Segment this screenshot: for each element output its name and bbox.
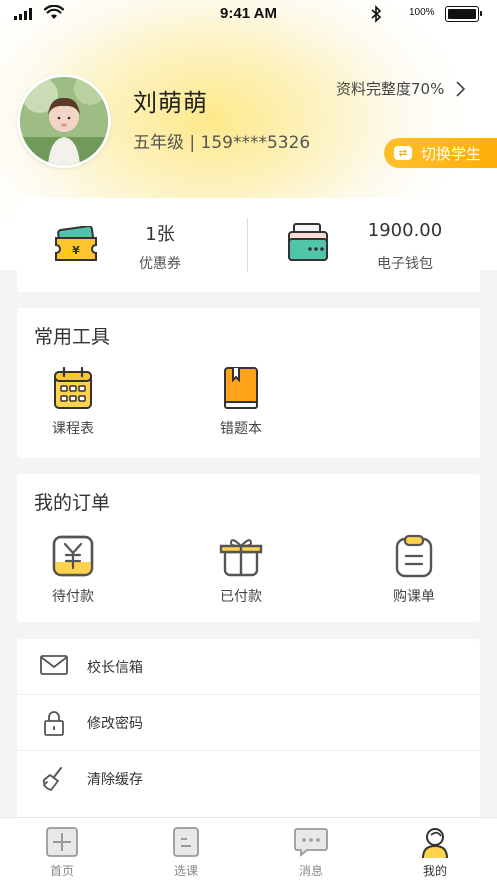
tab-messages[interactable]: 消息 [261, 818, 361, 883]
switch-student-label: 切换学生 [421, 144, 482, 163]
list-label-clear-cache: 清除缓存 [87, 772, 143, 788]
status-bar: 9:41 AM 100% [0, 0, 497, 28]
tab-course-select[interactable]: 选课 [136, 818, 236, 883]
clipboard-icon [395, 534, 433, 578]
broom-icon [42, 767, 62, 791]
switch-student-button[interactable]: ⇄ 切换学生 [384, 138, 497, 168]
profile-completeness-label: 资料完整度70% [336, 80, 445, 98]
tab-label-course-select: 选课 [173, 864, 198, 878]
tab-label-messages: 消息 [298, 864, 323, 878]
profile-completeness-link[interactable]: 资料完整度70% [336, 78, 466, 99]
tool-item-schedule[interactable]: 课程表 [28, 366, 118, 438]
settings-list: 校长信箱 修改密码 清除缓存 [17, 639, 480, 824]
tab-label-home: 首页 [49, 864, 74, 878]
home-plus-icon [46, 827, 78, 857]
ewallet-item[interactable]: 1900.00 电子钱包 [248, 198, 480, 292]
tool-label-schedule: 课程表 [52, 421, 94, 437]
notebook-icon [224, 367, 258, 409]
wallet-icon [288, 223, 328, 261]
orders-card: 我的订单 待付款 已付款 购课单 [17, 474, 480, 622]
list-item-change-password[interactable]: 修改密码 [17, 695, 480, 751]
tab-bar: 首页 选课 消息 我的 [0, 817, 497, 883]
tab-label-profile: 我的 [422, 864, 447, 878]
switch-arrows-icon: ⇄ [394, 146, 412, 160]
paid-gift-icon [219, 539, 263, 577]
user-name: 刘萌萌 [133, 89, 208, 117]
user-grade-phone: 五年级 | 159****5326 [133, 133, 311, 153]
order-label-cart: 购课单 [393, 589, 435, 605]
message-icon [294, 828, 328, 857]
svg-text:¥: ¥ [72, 244, 80, 257]
course-select-icon [173, 827, 199, 857]
ewallet-balance: 1900.00 [367, 220, 443, 241]
mail-icon [40, 655, 68, 675]
calendar-icon [54, 366, 92, 409]
avatar-photo [20, 77, 108, 165]
chevron-right-icon [456, 80, 466, 97]
list-item-clear-cache[interactable]: 清除缓存 [17, 751, 480, 807]
order-item-pending[interactable]: 待付款 [28, 534, 118, 606]
bluetooth-icon [371, 5, 382, 23]
tool-label-mistakes: 错题本 [220, 421, 262, 437]
order-item-paid[interactable]: 已付款 [196, 534, 286, 606]
tool-item-mistakes[interactable]: 错题本 [196, 366, 286, 438]
profile-icon [422, 828, 448, 859]
order-item-cart[interactable]: 购课单 [369, 534, 459, 606]
order-label-pending: 待付款 [52, 589, 94, 605]
avatar[interactable] [17, 74, 111, 168]
tools-card: 常用工具 课程表 错题本 [17, 308, 480, 458]
battery-icon [445, 6, 482, 22]
order-label-paid: 已付款 [220, 589, 262, 605]
list-item-principal-mailbox[interactable]: 校长信箱 [17, 639, 480, 695]
lock-icon [44, 711, 64, 736]
pending-payment-icon [52, 535, 94, 577]
coupon-icon: ¥ [55, 226, 97, 261]
tab-home[interactable]: 首页 [12, 818, 112, 883]
wallet-card: ¥ 1张 优惠券 1900.00 电子钱包 [17, 198, 480, 292]
coupon-item[interactable]: ¥ 1张 优惠券 [17, 198, 247, 292]
orders-title: 我的订单 [34, 492, 111, 514]
coupon-label: 优惠券 [139, 256, 181, 272]
ewallet-label: 电子钱包 [377, 256, 433, 272]
battery-percentage: 100% [409, 7, 435, 18]
tools-title: 常用工具 [34, 326, 111, 348]
tab-profile[interactable]: 我的 [385, 818, 485, 883]
coupon-count: 1张 [145, 224, 175, 245]
list-label-change-password: 修改密码 [87, 716, 143, 732]
list-label-principal-mailbox: 校长信箱 [87, 660, 143, 676]
